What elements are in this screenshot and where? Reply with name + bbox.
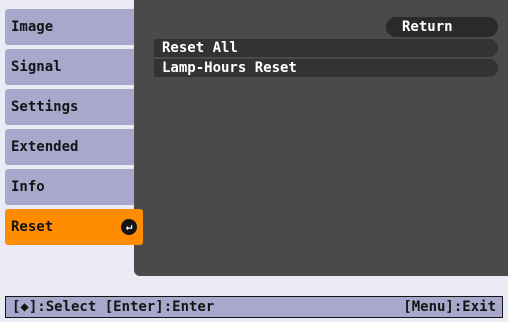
help-select-enter: [◆]:Select [Enter]:Enter [12,299,215,315]
sidebar-item-label: Settings [11,99,79,115]
sidebar-item-label: Info [11,179,45,195]
enter-icon: ↵ [121,219,137,235]
sidebar-item-reset[interactable]: Reset ↵ [5,209,143,245]
sidebar-item-settings[interactable]: Settings [5,89,143,125]
sidebar-item-extended[interactable]: Extended [5,129,143,165]
help-bar: [◆]:Select [Enter]:Enter [Menu]:Exit [5,296,503,318]
sidebar-item-image[interactable]: Image [5,9,143,45]
help-exit: [Menu]:Exit [403,299,496,315]
return-button[interactable]: Return [386,17,498,37]
sidebar-item-label: Reset [11,219,54,235]
sidebar-item-signal[interactable]: Signal [5,49,143,85]
lamp-hours-reset-item[interactable]: Lamp-Hours Reset [154,59,498,77]
reset-all-item[interactable]: Reset All [154,39,498,57]
sidebar-item-info[interactable]: Info [5,169,143,205]
sidebar-item-label: Image [11,19,54,35]
main-panel: Return Reset All Lamp-Hours Reset [134,0,508,276]
sidebar-item-label: Extended [11,139,79,155]
sidebar-item-label: Signal [11,59,62,75]
